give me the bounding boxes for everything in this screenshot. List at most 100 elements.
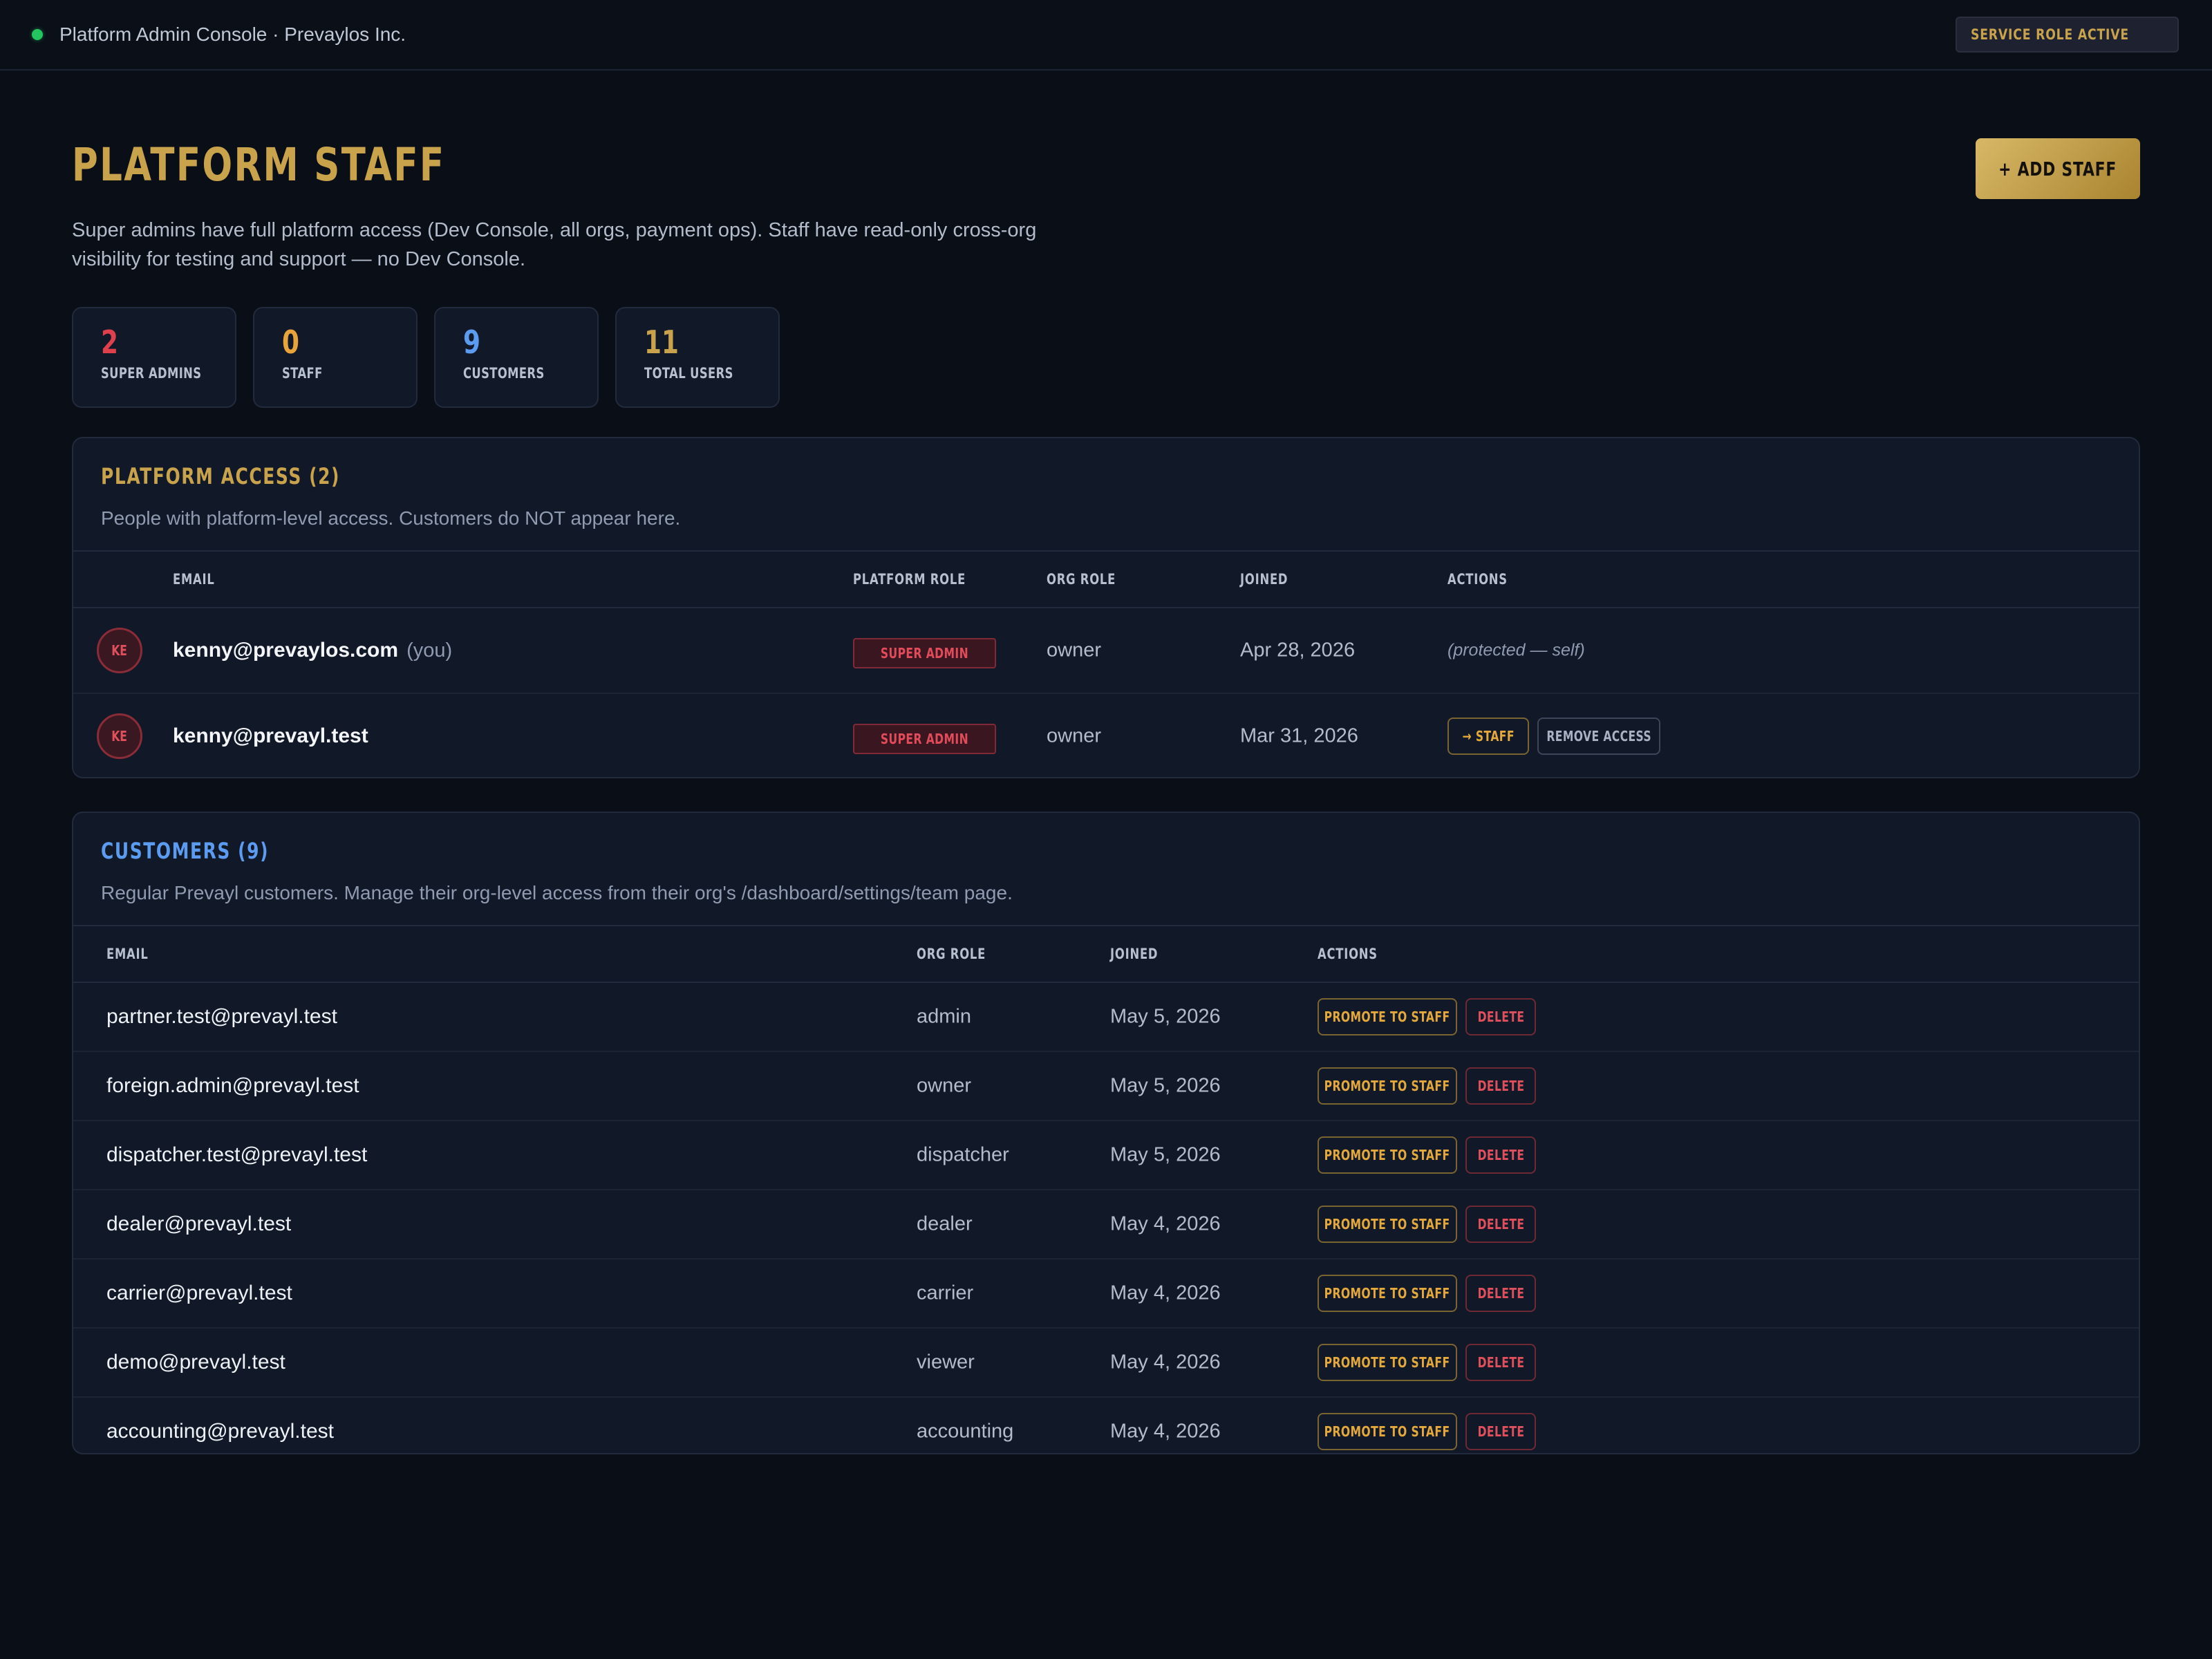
column-org-role: ORG ROLE <box>917 946 986 962</box>
promote-to-staff-button[interactable]: PROMOTE TO STAFF <box>1318 1413 1457 1450</box>
platform-access-title: PLATFORM ACCESS (2) <box>101 463 340 489</box>
joined-cell: Mar 31, 2026 <box>1240 724 1358 747</box>
add-staff-button-label: + ADD STAFF <box>1998 157 2117 180</box>
protected-note: (protected — self) <box>1447 640 1585 660</box>
actions-cell: → STAFF REMOVE ACCESS <box>1447 718 1669 755</box>
org-role-cell: owner <box>1047 639 1101 662</box>
remove-access-label: REMOVE ACCESS <box>1546 728 1651 744</box>
delete-label: DELETE <box>1477 1009 1524 1025</box>
column-actions: ACTIONS <box>1447 571 1508 588</box>
user-email: kenny@prevaylos.com <box>173 639 399 662</box>
customer-email: carrier@prevayl.test <box>106 1282 292 1304</box>
stat-card-total-users: 11 TOTAL USERS <box>615 307 780 408</box>
promote-to-staff-label: PROMOTE TO STAFF <box>1324 1354 1450 1371</box>
actions-cell: PROMOTE TO STAFF DELETE <box>1318 1136 1544 1174</box>
platform-access-table-header: EMAIL PLATFORM ROLE ORG ROLE JOINED ACTI… <box>73 552 2139 608</box>
delete-label: DELETE <box>1477 1216 1524 1232</box>
role-badge-label: SUPER ADMIN <box>880 645 969 662</box>
top-bar-left: Platform Admin Console · Prevaylos Inc. <box>32 24 406 46</box>
column-actions: ACTIONS <box>1318 946 1378 962</box>
org-role-cell: accounting <box>917 1420 1014 1443</box>
customers-description: Regular Prevayl customers. Manage their … <box>101 882 1013 903</box>
promote-to-staff-label: PROMOTE TO STAFF <box>1324 1285 1450 1302</box>
customer-email: dispatcher.test@prevayl.test <box>106 1143 368 1166</box>
promote-to-staff-label: PROMOTE TO STAFF <box>1324 1078 1450 1094</box>
add-staff-button[interactable]: + ADD STAFF <box>1976 138 2140 199</box>
delete-button[interactable]: DELETE <box>1465 998 1536 1035</box>
org-role-cell: dispatcher <box>917 1143 1009 1166</box>
org-role-cell: dealer <box>917 1212 973 1235</box>
delete-button[interactable]: DELETE <box>1465 1067 1536 1105</box>
promote-to-staff-button[interactable]: PROMOTE TO STAFF <box>1318 1067 1457 1105</box>
stat-value: 2 <box>101 324 118 361</box>
demote-to-staff-button[interactable]: → STAFF <box>1447 718 1529 755</box>
promote-to-staff-button[interactable]: PROMOTE TO STAFF <box>1318 1206 1457 1243</box>
org-role-cell: owner <box>1047 724 1101 747</box>
platform-role-cell: SUPER ADMIN <box>853 638 996 668</box>
column-joined: JOINED <box>1110 946 1159 962</box>
role-badge: SUPER ADMIN <box>853 724 996 754</box>
customers-table-header: EMAIL ORG ROLE JOINED ACTIONS <box>73 926 2139 983</box>
role-badge-label: SUPER ADMIN <box>880 731 969 747</box>
table-row: demo@prevayl.test viewer May 4, 2026 PRO… <box>73 1329 2139 1398</box>
main-content: PLATFORM STAFF + ADD STAFF <box>0 71 2212 209</box>
promote-to-staff-label: PROMOTE TO STAFF <box>1324 1216 1450 1232</box>
table-row: dealer@prevayl.test dealer May 4, 2026 P… <box>73 1190 2139 1259</box>
customer-email: demo@prevayl.test <box>106 1351 285 1374</box>
you-label: (you) <box>406 639 453 662</box>
joined-cell: Apr 28, 2026 <box>1240 639 1356 662</box>
promote-to-staff-button[interactable]: PROMOTE TO STAFF <box>1318 998 1457 1035</box>
table-row: carrier@prevayl.test carrier May 4, 2026… <box>73 1259 2139 1329</box>
column-email: EMAIL <box>173 571 215 588</box>
table-row: KE kenny@prevaylos.com (you) SUPER ADMIN … <box>73 608 2139 694</box>
delete-label: DELETE <box>1477 1147 1524 1163</box>
table-row: dispatcher.test@prevayl.test dispatcher … <box>73 1121 2139 1190</box>
joined-cell: May 4, 2026 <box>1110 1282 1221 1304</box>
promote-to-staff-button[interactable]: PROMOTE TO STAFF <box>1318 1275 1457 1312</box>
customer-email: foreign.admin@prevayl.test <box>106 1074 359 1097</box>
avatar: KE <box>97 628 142 673</box>
org-role-cell: carrier <box>917 1282 974 1304</box>
delete-button[interactable]: DELETE <box>1465 1344 1536 1381</box>
joined-cell: May 4, 2026 <box>1110 1420 1221 1443</box>
customers-table-body: partner.test@prevayl.test admin May 5, 2… <box>73 983 2139 1453</box>
org-role-cell: viewer <box>917 1351 975 1374</box>
customers-panel: CUSTOMERS (9) Regular Prevayl customers.… <box>72 812 2140 1454</box>
delete-button[interactable]: DELETE <box>1465 1275 1536 1312</box>
promote-to-staff-button[interactable]: PROMOTE TO STAFF <box>1318 1136 1457 1174</box>
platform-role-cell: SUPER ADMIN <box>853 724 996 754</box>
platform-access-description: People with platform-level access. Custo… <box>101 507 681 529</box>
column-email: EMAIL <box>106 946 149 962</box>
delete-button[interactable]: DELETE <box>1465 1413 1536 1450</box>
delete-label: DELETE <box>1477 1078 1524 1094</box>
avatar-initials: KE <box>111 728 128 744</box>
delete-label: DELETE <box>1477 1285 1524 1302</box>
remove-access-button[interactable]: REMOVE ACCESS <box>1537 718 1660 755</box>
customer-email: dealer@prevayl.test <box>106 1212 292 1235</box>
service-role-badge: SERVICE ROLE ACTIVE <box>1955 17 2179 53</box>
joined-cell: May 5, 2026 <box>1110 1005 1221 1028</box>
column-joined: JOINED <box>1240 571 1288 588</box>
stat-card-super-admins: 2 SUPER ADMINS <box>72 307 236 408</box>
delete-label: DELETE <box>1477 1354 1524 1371</box>
customers-header: CUSTOMERS (9) Regular Prevayl customers.… <box>73 813 2139 926</box>
promote-to-staff-label: PROMOTE TO STAFF <box>1324 1423 1450 1440</box>
delete-button[interactable]: DELETE <box>1465 1136 1536 1174</box>
customer-email: accounting@prevayl.test <box>106 1420 334 1443</box>
joined-cell: May 4, 2026 <box>1110 1351 1221 1374</box>
stat-value: 11 <box>644 324 679 361</box>
stat-label: SUPER ADMINS <box>101 365 202 382</box>
stat-value: 0 <box>282 324 299 361</box>
column-platform-role: PLATFORM ROLE <box>853 571 966 588</box>
stat-card-customers: 9 CUSTOMERS <box>434 307 599 408</box>
stat-label: STAFF <box>282 365 323 382</box>
demote-to-staff-label: → STAFF <box>1462 728 1515 744</box>
delete-button[interactable]: DELETE <box>1465 1206 1536 1243</box>
page-title: PLATFORM STAFF <box>72 138 446 191</box>
avatar: KE <box>97 713 142 759</box>
console-title: Platform Admin Console · Prevaylos Inc. <box>59 24 406 45</box>
promote-to-staff-button[interactable]: PROMOTE TO STAFF <box>1318 1344 1457 1381</box>
org-role-cell: owner <box>917 1074 971 1097</box>
role-badge: SUPER ADMIN <box>853 638 996 668</box>
table-row: accounting@prevayl.test accounting May 4… <box>73 1398 2139 1453</box>
